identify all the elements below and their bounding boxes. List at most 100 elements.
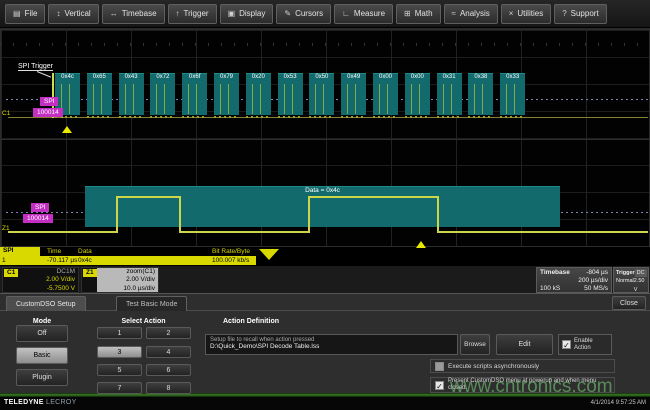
tab-test-basic-mode[interactable]: Test Basic Mode: [116, 296, 187, 311]
menu-vertical[interactable]: ↕Vertical: [48, 4, 98, 24]
present-menu-checkbox[interactable]: ✓: [435, 381, 444, 390]
spi-decode-table: SPI Time Data Bit Rate/Byte 1 -70.117 µs…: [0, 247, 290, 265]
mode-plugin-button[interactable]: Plugin: [16, 369, 68, 386]
trigger-coupling: DC: [635, 269, 647, 277]
spi-decode-byte-box: 0x43: [119, 73, 144, 115]
menu-analysis[interactable]: ≈Analysis: [444, 4, 498, 24]
spi-decode-byte-value: 0x79: [214, 74, 239, 80]
decode-waveform-line: [188, 84, 189, 114]
decode-table-title-tab[interactable]: SPI: [0, 247, 40, 256]
spi-decode-byte-box: 0x31: [437, 73, 462, 115]
menu-cursors[interactable]: ✎Cursors: [276, 4, 331, 24]
row-bitrate: 100.007 kb/s: [212, 256, 249, 265]
trigger-descriptor[interactable]: TriggerDC Normal2.50 V SPI: [613, 267, 649, 293]
action-button-2[interactable]: 2: [146, 327, 191, 339]
descriptor-strip: C1 DC1M 2.00 V/div -5.7500 V Z1 zoom(C1)…: [0, 265, 650, 293]
vertical-icon: ↕: [56, 9, 60, 18]
c1-descriptor[interactable]: C1 DC1M 2.00 V/div -5.7500 V: [2, 267, 79, 293]
zoom-trace-segment: [308, 196, 438, 198]
decode-waveform-line: [133, 84, 134, 114]
zoom-bus-badge-spi[interactable]: SPI: [31, 203, 49, 212]
waveform-display: 0x4c0x650x430x720x6f0x790x200x530x500x49…: [0, 28, 650, 247]
action-button-6[interactable]: 6: [146, 364, 191, 376]
z1-descriptor[interactable]: Z1 zoom(C1) 2.00 V/div 10.0 µs/div: [81, 267, 159, 293]
browse-button[interactable]: Browse: [460, 334, 490, 355]
measure-icon: ∟: [342, 9, 350, 18]
tab-customdso-setup[interactable]: CustomDSO Setup: [6, 296, 86, 311]
z1-vdiv: 2.00 V/div: [100, 276, 155, 284]
oscilloscope-screen: { "menu": { "items": [ {"label":"File","…: [0, 0, 650, 410]
z1-details: zoom(C1) 2.00 V/div 10.0 µs/div: [97, 268, 158, 292]
utilities-icon: ×: [509, 9, 514, 18]
menu-display[interactable]: ▣Display: [220, 4, 274, 24]
decode-waveform-line: [482, 84, 483, 114]
menu-math[interactable]: ⊞Math: [396, 4, 441, 24]
decode-waveform-line: [156, 84, 157, 114]
spi-decode-byte-value: 0x6f: [182, 74, 207, 80]
trigger-title: Trigger: [616, 269, 635, 277]
action-button-3[interactable]: 3: [97, 346, 142, 358]
bus-id-badge[interactable]: 100014: [33, 108, 63, 117]
action-button-7[interactable]: 7: [97, 382, 142, 394]
zoom-bus-id-badge[interactable]: 100014: [23, 214, 53, 223]
enable-action-checkbox-group[interactable]: ✓ Enable Action: [558, 334, 612, 355]
trigger-position-marker[interactable]: [62, 126, 72, 133]
timebase-tdiv: 200 µs/div: [578, 277, 608, 285]
status-bar: TELEDYNE LECROY 4/1/2014 9:57:25 AM: [0, 393, 650, 410]
spi-decode-byte-box: 0x20: [246, 73, 271, 115]
action-button-4[interactable]: 4: [146, 346, 191, 358]
spi-decode-byte-box: 0x79: [214, 73, 239, 115]
action-button-8[interactable]: 8: [146, 382, 191, 394]
timebase-title: Timebase: [540, 269, 570, 277]
menu-timebase[interactable]: ↔Timebase: [102, 4, 165, 24]
decode-clock-ticks: [87, 116, 112, 118]
zoom-position-marker[interactable]: [416, 241, 426, 248]
table-expand-arrow[interactable]: [259, 249, 279, 260]
decode-waveform-line: [292, 84, 293, 114]
row-index: 1: [2, 256, 6, 265]
brand-teledyne: TELEDYNE: [4, 399, 44, 406]
menu-math-label: Math: [415, 9, 433, 18]
mode-off-button[interactable]: Off: [16, 325, 68, 342]
action-button-1[interactable]: 1: [97, 327, 142, 339]
menu-cursors-label: Cursors: [295, 9, 323, 18]
menu-utilities[interactable]: ×Utilities: [501, 4, 551, 24]
edit-button[interactable]: Edit: [496, 334, 553, 355]
spi-decode-byte-value: 0x4c: [55, 74, 80, 80]
decode-waveform-line: [196, 84, 197, 114]
decode-clock-ticks: [500, 116, 525, 118]
execute-scripts-checkbox[interactable]: [435, 362, 444, 371]
setup-file-field[interactable]: Setup file to recall when action pressed…: [205, 334, 458, 355]
timebase-offset: -804 µs: [586, 269, 608, 277]
c1-vdiv: 2.00 V/div: [3, 276, 78, 284]
decode-table-header: SPI Time Data Bit Rate/Byte: [0, 247, 290, 256]
menu-measure[interactable]: ∟Measure: [334, 4, 393, 24]
timebase-descriptor[interactable]: Timebase-804 µs 200 µs/div 100 kS50 MS/s: [536, 267, 612, 293]
decode-clock-ticks: [246, 116, 271, 118]
close-button[interactable]: Close: [612, 296, 646, 310]
setup-file-path: D:\Quick_Demo\SPI Decode Table.lss: [210, 343, 453, 350]
display-icon: ▣: [228, 9, 236, 18]
execute-scripts-row[interactable]: Execute scripts asynchronously: [430, 359, 615, 373]
decode-waveform-line: [323, 84, 324, 114]
present-menu-row[interactable]: ✓ Present CustomDSO menu at powerup and …: [430, 377, 615, 393]
z1-tdiv: 10.0 µs/div: [100, 285, 155, 293]
decode-waveform-line: [252, 84, 253, 114]
trigger-mode: Normal: [616, 277, 634, 294]
decode-waveform-line: [451, 84, 452, 114]
decode-table-row[interactable]: 1 -70.117 µs 0x4c 100.007 kb/s: [0, 256, 256, 265]
menu-support[interactable]: ?Support: [554, 4, 606, 24]
menu-file[interactable]: ▤File: [5, 4, 45, 24]
spi-decode-byte-value: 0x50: [309, 74, 334, 80]
menu-trigger[interactable]: ↑Trigger: [168, 4, 217, 24]
mode-basic-button[interactable]: Basic: [16, 347, 68, 364]
spi-decode-byte-box: 0x53: [278, 73, 303, 115]
action-button-5[interactable]: 5: [97, 364, 142, 376]
spi-decode-byte-value: 0x33: [500, 74, 525, 80]
z1-source: zoom(C1): [100, 268, 155, 276]
decode-clock-ticks: [437, 116, 462, 118]
customdso-dialog: CustomDSO Setup Test Basic Mode Close Mo…: [0, 293, 650, 393]
enable-action-checkbox[interactable]: ✓: [562, 340, 571, 349]
spi-decode-byte-value: 0x00: [373, 74, 398, 80]
bus-badge-spi[interactable]: SPI: [40, 97, 58, 106]
